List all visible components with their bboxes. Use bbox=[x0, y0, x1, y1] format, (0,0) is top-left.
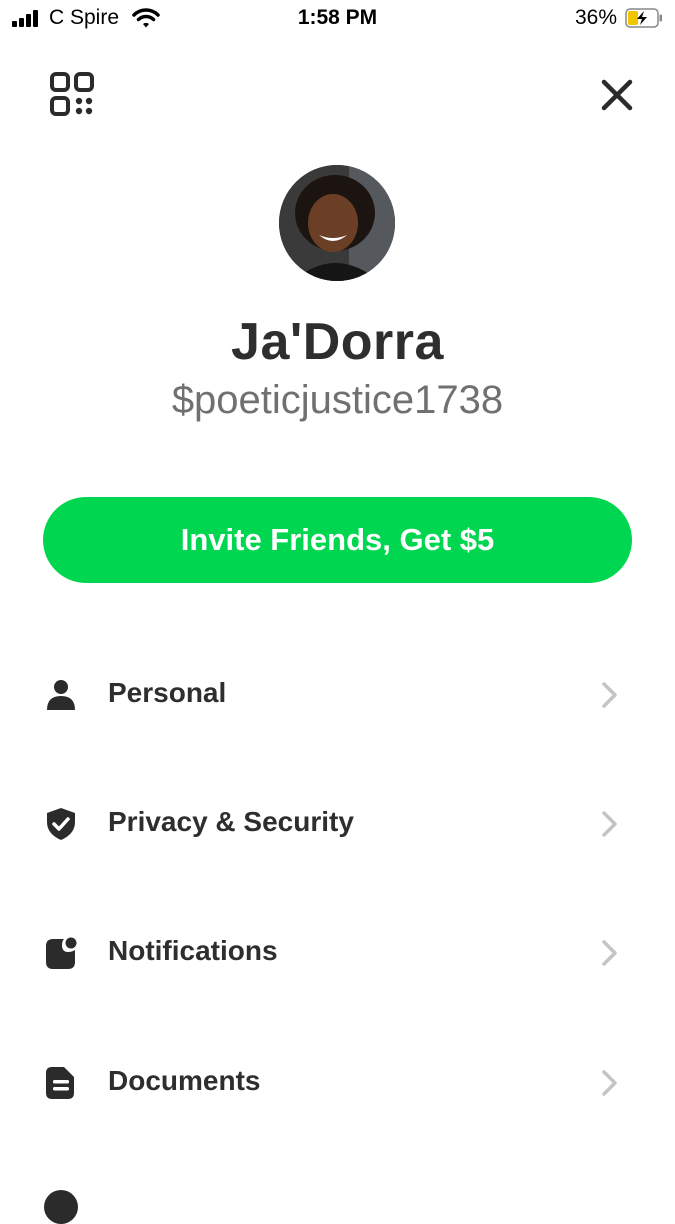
menu-item-personal[interactable]: Personal bbox=[0, 640, 675, 750]
shield-check-icon bbox=[47, 808, 75, 840]
notification-icon bbox=[46, 937, 77, 969]
menu-item-documents[interactable]: Documents bbox=[0, 1028, 675, 1138]
profile-cashtag: $poeticjustice1738 bbox=[171, 378, 504, 422]
chevron-right-icon bbox=[602, 940, 617, 966]
chevron-right-icon bbox=[602, 811, 617, 837]
qr-code-icon[interactable] bbox=[50, 72, 94, 116]
menu-item-label: Notifications bbox=[108, 935, 278, 966]
menu-item-label: Personal bbox=[108, 677, 227, 708]
close-icon[interactable] bbox=[600, 78, 634, 112]
profile-name: Ja'Dorra bbox=[231, 313, 444, 371]
avatar[interactable] bbox=[279, 165, 395, 281]
status-bar: C Spire 1:58 PM 36% bbox=[0, 0, 675, 40]
menu-item-notifications[interactable]: Notifications bbox=[0, 898, 675, 1008]
battery-charging-icon bbox=[625, 8, 662, 28]
menu-item-privacy-security[interactable]: Privacy & Security bbox=[0, 769, 675, 879]
battery-percentage: 36% bbox=[574, 6, 617, 29]
chevron-right-icon bbox=[602, 682, 617, 708]
profile-photo-icon bbox=[279, 165, 395, 281]
clock: 1:58 PM bbox=[297, 6, 378, 29]
invite-friends-button[interactable]: Invite Friends, Get $5 bbox=[43, 497, 632, 583]
person-icon bbox=[47, 680, 75, 710]
document-icon bbox=[46, 1067, 74, 1099]
menu-item-label: Privacy & Security bbox=[108, 806, 354, 837]
chevron-right-icon bbox=[602, 1070, 617, 1096]
menu-item-label: Documents bbox=[108, 1065, 261, 1096]
partial-menu-icon bbox=[44, 1190, 78, 1224]
